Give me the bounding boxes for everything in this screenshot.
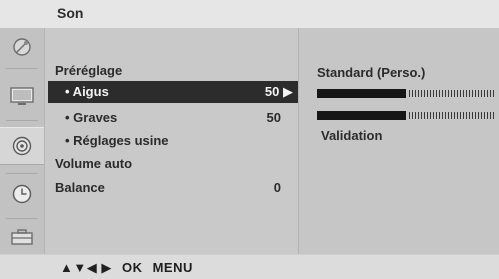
menu-item-auto-volume[interactable]: Volume auto	[45, 153, 299, 175]
ok-hint: OK	[121, 260, 143, 275]
menu-item-bass[interactable]: • Graves 50	[45, 107, 299, 129]
treble-slider-track	[409, 90, 494, 97]
osd-screen: Son Préréglage • Aigus 50 ▶ • Graves 50 …	[0, 0, 499, 279]
menu-hint: MENU	[152, 260, 193, 275]
confirm-label[interactable]: Validation	[321, 128, 382, 143]
menu-item-treble[interactable]: • Aigus 50 ▶	[48, 81, 299, 103]
bass-slider[interactable]	[317, 111, 494, 120]
preset-heading: Standard (Perso.)	[317, 65, 426, 80]
treble-slider[interactable]	[317, 89, 494, 98]
category-rail	[0, 28, 44, 254]
menu-item-factory-reset[interactable]: • Réglages usine	[45, 130, 299, 152]
footer-hints: ▲▼◀ ▶ OK MENU	[0, 254, 499, 279]
toolbox-icon[interactable]	[0, 224, 44, 250]
page-title: Son	[57, 5, 84, 21]
sound-icon[interactable]	[0, 127, 44, 165]
picture-icon[interactable]	[0, 80, 44, 112]
bass-slider-track	[409, 112, 494, 119]
bass-slider-fill	[317, 111, 406, 120]
nav-arrows-hint: ▲▼◀ ▶	[60, 260, 112, 275]
clock-icon[interactable]	[0, 178, 44, 210]
adjust-panel: Standard (Perso.) Validation	[298, 28, 499, 254]
sound-menu: Préréglage • Aigus 50 ▶ • Graves 50 • Ré…	[44, 28, 299, 254]
header-bar: Son	[0, 0, 499, 28]
treble-slider-fill	[317, 89, 406, 98]
menu-item-preset[interactable]: Préréglage	[45, 60, 299, 82]
menu-item-balance[interactable]: Balance 0	[45, 177, 299, 199]
satellite-dish-icon[interactable]	[0, 32, 44, 62]
